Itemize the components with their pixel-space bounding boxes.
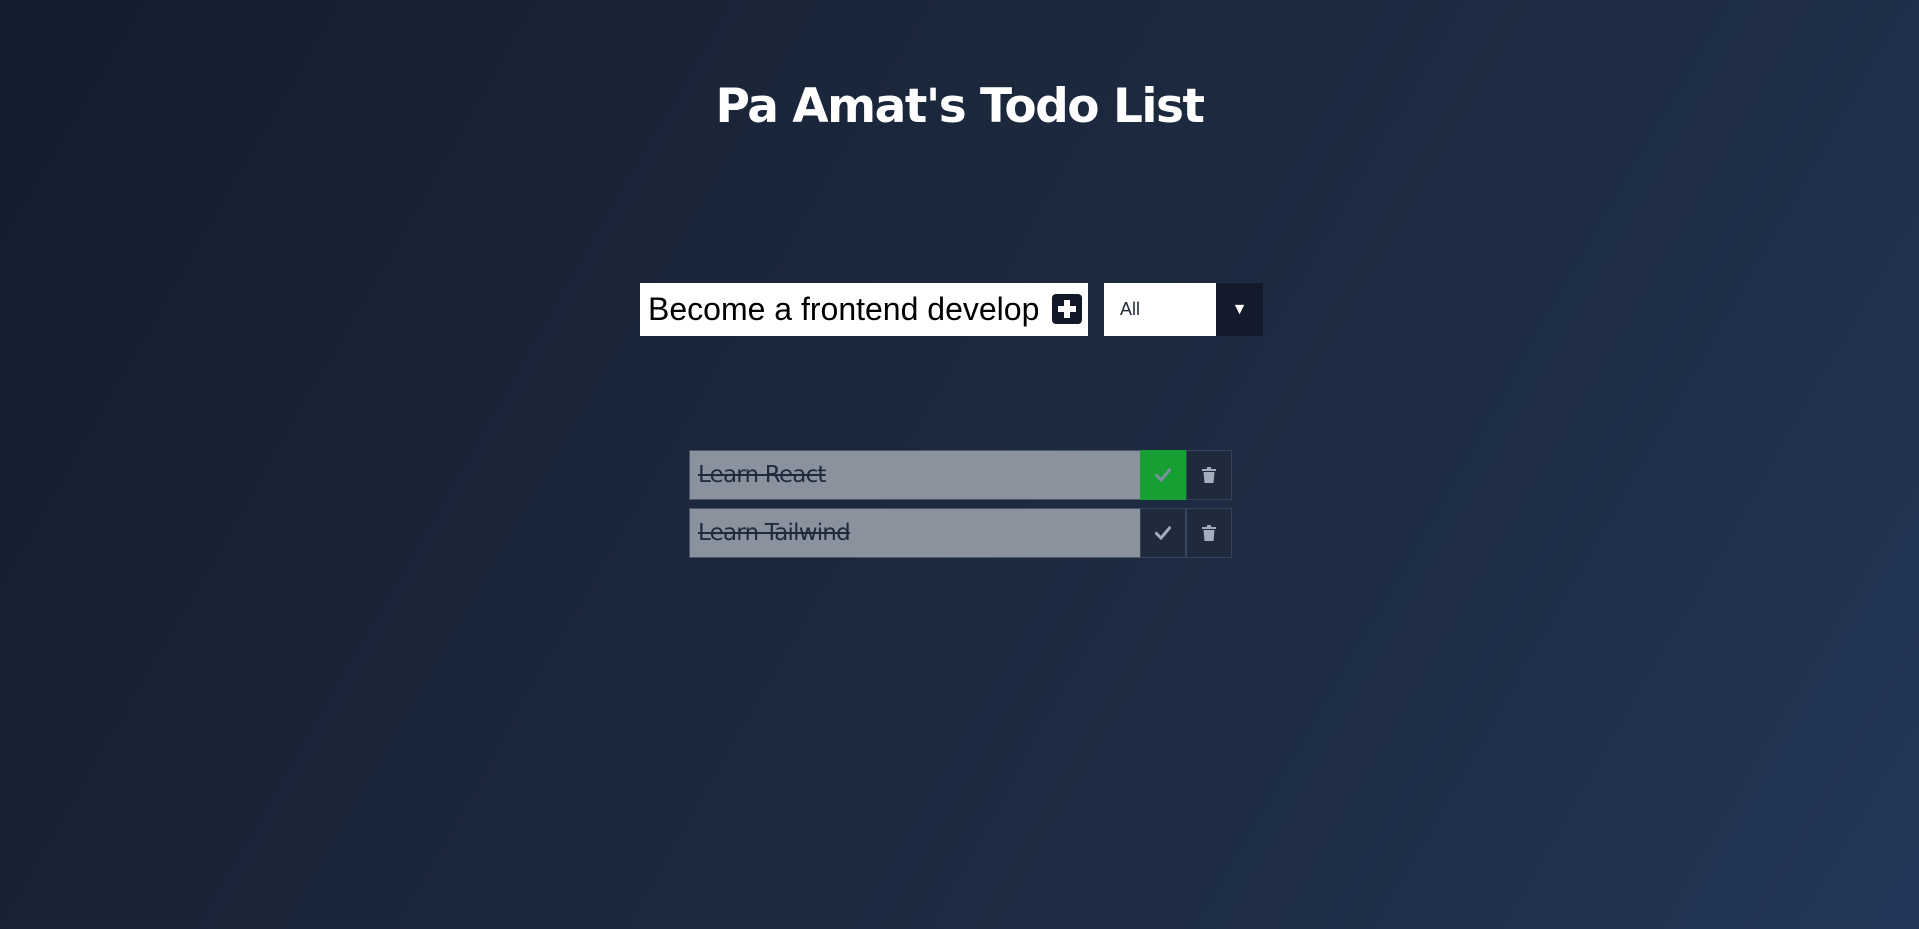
delete-button[interactable] [1186,508,1232,558]
filter-select[interactable]: All ▼ [1104,283,1263,336]
todo-form: All ▼ [640,283,1263,336]
trash-icon [1202,467,1216,483]
plus-square-icon-bar [1058,306,1076,312]
todo-item-text: Learn React [689,450,1140,500]
todo-input-wrapper [640,283,1088,336]
delete-button[interactable] [1186,450,1232,500]
todo-item-text: Learn Tailwind [689,508,1140,558]
triangle-down-icon[interactable]: ▼ [1216,283,1263,336]
todo-list: Learn React Learn Tailwind [689,450,1232,566]
check-icon [1155,526,1171,540]
complete-button[interactable] [1140,450,1186,500]
todo-item: Learn Tailwind [689,508,1232,558]
complete-button[interactable] [1140,508,1186,558]
todo-item: Learn React [689,450,1232,500]
add-todo-button[interactable] [1052,294,1082,324]
page-title: Pa Amat's Todo List [715,79,1205,134]
todo-input[interactable] [640,283,1044,336]
trash-icon [1202,525,1216,541]
filter-selected-value: All [1120,299,1141,319]
check-icon [1155,468,1171,482]
